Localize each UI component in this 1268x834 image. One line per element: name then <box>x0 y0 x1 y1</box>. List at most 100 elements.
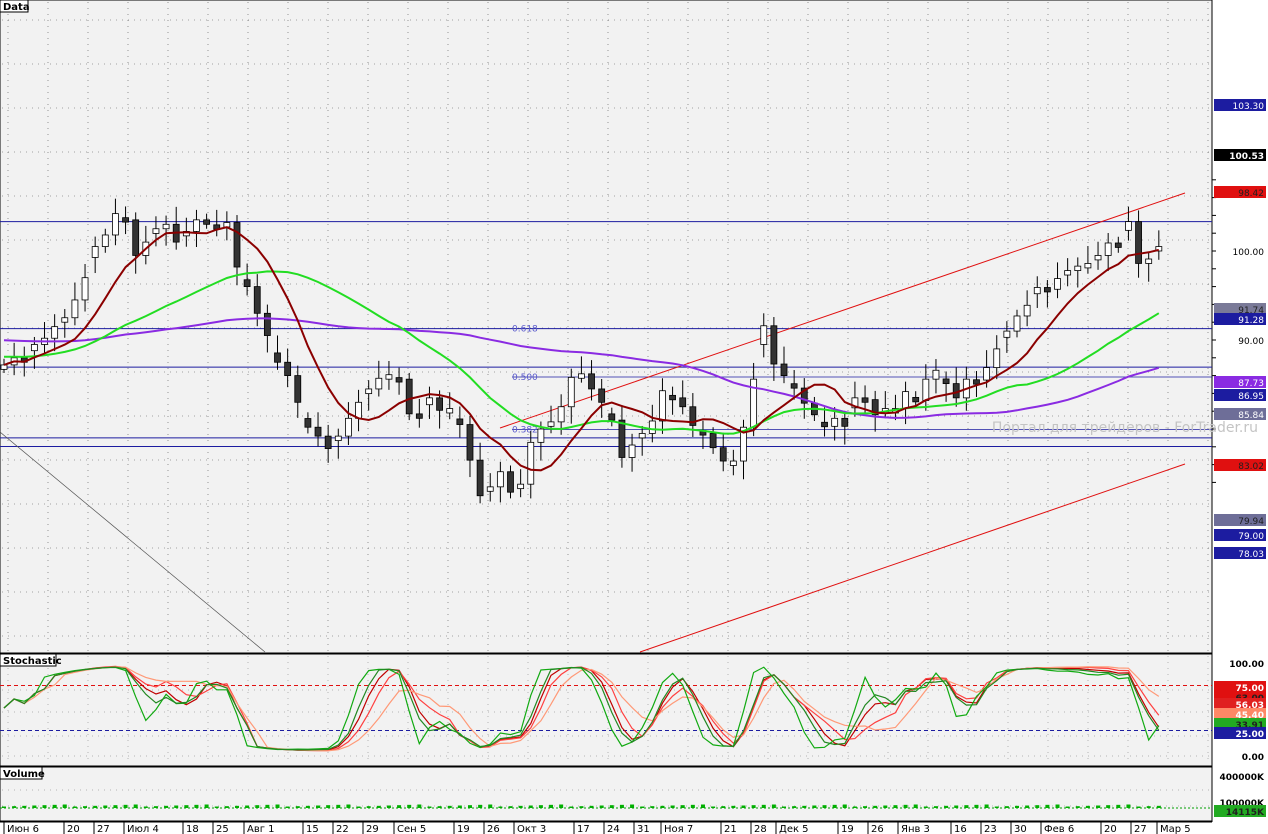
price-label: 79.00 <box>1238 532 1264 542</box>
x-tick-label: 27 <box>97 824 110 834</box>
x-tick-label: Июл 4 <box>127 824 159 834</box>
candle-body <box>638 433 646 439</box>
price-label: 103.30 <box>1233 102 1265 112</box>
candle-body <box>1135 221 1142 264</box>
volume-bar <box>700 804 705 808</box>
price-label: 87.73 <box>1238 379 1264 389</box>
candle-body <box>719 447 727 462</box>
candle-body <box>973 379 980 385</box>
candle-body <box>71 299 79 319</box>
candle-body <box>1094 255 1102 261</box>
candle-body <box>253 286 261 314</box>
candle-body <box>81 277 89 301</box>
candle-body <box>557 406 565 423</box>
candle-body <box>426 397 433 406</box>
price-tick: 100.00 <box>1233 248 1265 258</box>
candle-body <box>1064 270 1072 276</box>
stochastic-label: 25.00 <box>1236 730 1264 740</box>
candle-body <box>770 325 778 365</box>
candle-body <box>1033 287 1041 295</box>
candle-body <box>983 367 991 381</box>
price-tick: 90.00 <box>1238 337 1264 347</box>
volume-panel[interactable] <box>0 766 1213 822</box>
candle-body <box>122 217 129 223</box>
candle-body <box>932 369 940 380</box>
candle-body <box>841 417 849 427</box>
candle-body <box>831 417 839 427</box>
x-tick-label: 24 <box>607 824 620 834</box>
candle-body <box>314 426 322 437</box>
x-tick-label: 22 <box>336 824 349 834</box>
stochastic-title: Stochastic <box>3 656 62 667</box>
volume-bar <box>913 804 918 808</box>
x-tick-label: Мар 5 <box>1160 824 1191 834</box>
candle-body <box>1023 304 1031 317</box>
candle-body <box>415 413 423 419</box>
candle-body <box>709 433 717 449</box>
candle-body <box>760 325 768 345</box>
candle-body <box>274 352 281 363</box>
volume-bar <box>1055 804 1060 808</box>
x-tick-label: Июн 6 <box>7 824 39 834</box>
volume-bar <box>204 804 209 808</box>
candle-body <box>334 435 342 441</box>
x-tick-label: 18 <box>186 824 199 834</box>
candle-body <box>821 421 828 428</box>
candle-body <box>537 428 545 443</box>
candle-body <box>598 388 606 403</box>
candle-body <box>507 471 514 493</box>
candle-body <box>588 373 595 390</box>
volume-bar <box>417 804 422 808</box>
candle-body <box>942 378 950 385</box>
volume-bar <box>771 804 776 808</box>
candle-body <box>365 388 373 395</box>
candle-body <box>1013 315 1021 332</box>
candle-body <box>1003 330 1011 338</box>
candle-body <box>476 459 484 497</box>
candle-body <box>233 222 241 268</box>
candle-body <box>132 219 140 256</box>
fibonacci-label: 0.500 <box>512 373 538 383</box>
x-tick-label: 19 <box>841 824 854 834</box>
x-tick-label: 31 <box>637 824 650 834</box>
candle-body <box>659 390 666 422</box>
candle-body <box>152 228 160 234</box>
candle-body <box>608 413 616 421</box>
stochastic-panel[interactable] <box>0 653 1213 767</box>
candle-body <box>466 424 474 461</box>
candle-body <box>456 418 464 425</box>
candle-body <box>405 378 413 415</box>
x-tick-label: 20 <box>67 824 80 834</box>
candle-body <box>375 377 383 390</box>
candle-body <box>1145 258 1153 264</box>
candle-body <box>30 344 38 352</box>
candle-body <box>547 421 555 427</box>
candle-body <box>912 397 920 403</box>
candle-body <box>1043 287 1051 293</box>
candle-body <box>51 326 59 339</box>
stochastic-tick: 100.00 <box>1229 660 1264 670</box>
candle-body <box>922 378 930 401</box>
x-tick-label: 16 <box>954 824 967 834</box>
x-tick-label: 19 <box>457 824 470 834</box>
candle-body <box>496 471 504 488</box>
x-tick-label: 28 <box>754 824 767 834</box>
candle-body <box>0 364 8 370</box>
volume-bar <box>275 804 280 808</box>
candle-body <box>1074 265 1082 271</box>
volume-bar <box>133 804 138 808</box>
price-label: 100.53 <box>1229 152 1264 162</box>
volume-bar <box>984 804 989 808</box>
candle-body <box>345 417 352 437</box>
chart-canvas: 0.618 0.500 0.382 100.00 90.00 103.30 100.53 9… <box>0 0 1268 834</box>
candle-body <box>112 213 119 236</box>
candle-body <box>162 223 170 230</box>
volume-bar <box>559 804 564 808</box>
candle-body <box>648 420 656 434</box>
volume-label: 14115K <box>1226 808 1265 818</box>
x-tick-label: 30 <box>1014 824 1027 834</box>
volume-title: Volume <box>3 769 45 780</box>
candle-body <box>628 444 636 458</box>
x-tick-label: Дек 5 <box>779 824 809 834</box>
volume-bar <box>488 804 493 808</box>
